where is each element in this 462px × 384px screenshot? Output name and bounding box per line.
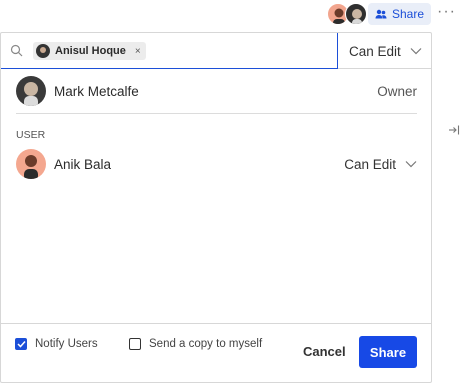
- dialog-footer: Notify Users Send a copy to myself Cance…: [1, 323, 431, 383]
- share-button-label: Share: [392, 7, 425, 21]
- invite-input[interactable]: Anisul Hoque ×: [1, 33, 338, 69]
- chevron-down-icon: [410, 48, 422, 55]
- send-copy-label: Send a copy to myself: [149, 338, 263, 350]
- owner-row: Mark Metcalfe Owner: [16, 75, 417, 107]
- search-icon: [10, 44, 23, 57]
- user-permission-value: Can Edit: [344, 156, 396, 172]
- share-button[interactable]: Share: [359, 336, 417, 368]
- collapse-panel-icon[interactable]: [448, 124, 460, 136]
- permission-select-value: Can Edit: [349, 43, 401, 59]
- avatar: [36, 44, 50, 58]
- user-permission-select[interactable]: Can Edit: [344, 157, 417, 172]
- chip-name: Anisul Hoque: [55, 45, 126, 57]
- share-button-top[interactable]: Share: [368, 3, 431, 25]
- avatar: [16, 149, 46, 179]
- share-dialog: Anisul Hoque × Can Edit Mark Metcalfe Ow…: [0, 32, 432, 383]
- top-bar: Share ···: [0, 2, 462, 26]
- collaborator-avatar[interactable]: [345, 3, 367, 25]
- send-copy-checkbox[interactable]: Send a copy to myself: [129, 338, 262, 350]
- permission-select[interactable]: Can Edit: [339, 33, 431, 69]
- notify-users-label: Notify Users: [35, 338, 98, 350]
- checkbox-unchecked[interactable]: [129, 338, 141, 350]
- more-options-icon[interactable]: ···: [437, 4, 457, 22]
- section-label-user: USER: [16, 129, 46, 141]
- selected-user-chip: Anisul Hoque ×: [33, 42, 146, 60]
- remove-chip-icon[interactable]: ×: [135, 46, 141, 57]
- chevron-down-icon: [405, 161, 417, 168]
- cancel-button[interactable]: Cancel: [303, 344, 346, 359]
- notify-users-checkbox[interactable]: Notify Users: [15, 338, 98, 350]
- user-row: Anik Bala Can Edit: [16, 148, 417, 180]
- users-icon: [375, 9, 387, 19]
- owner-name: Mark Metcalfe: [54, 83, 139, 99]
- user-name: Anik Bala: [54, 156, 112, 172]
- checkbox-checked[interactable]: [15, 338, 27, 350]
- avatar: [16, 76, 46, 106]
- check-icon: [16, 340, 26, 348]
- owner-role: Owner: [377, 83, 417, 99]
- invite-row: Anisul Hoque × Can Edit: [1, 33, 431, 69]
- divider: [16, 113, 417, 114]
